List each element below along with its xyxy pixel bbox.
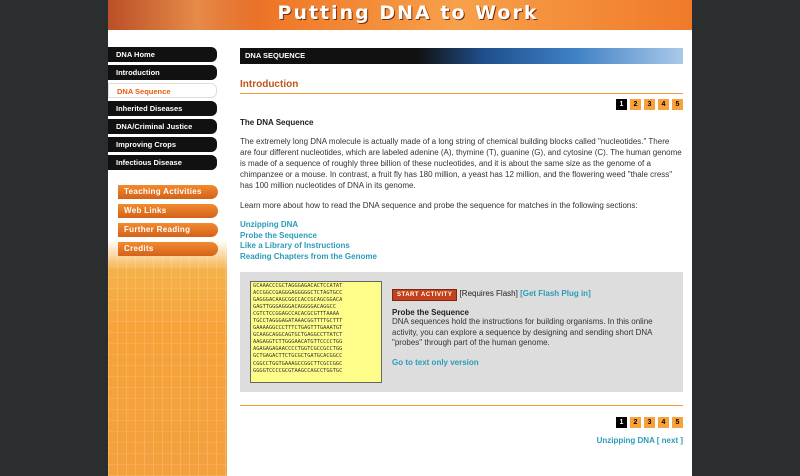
page-link-2[interactable]: 2 (630, 417, 641, 428)
sub-item-credits[interactable]: Credits (118, 242, 218, 256)
nav-item-inherited-diseases[interactable]: Inherited Diseases (108, 101, 217, 116)
link-library-of-instructions[interactable]: Like a Library of Instructions (240, 241, 683, 252)
header-photo (108, 0, 258, 30)
main-content: DNA SEQUENCE Introduction 12345 The DNA … (240, 48, 683, 445)
page-link-1[interactable]: 1 (616, 99, 627, 110)
nav-item-introduction[interactable]: Introduction (108, 65, 217, 80)
activity-description: DNA sequences hold the instructions for … (392, 317, 653, 347)
nav-item-infectious-disease[interactable]: Infectious Disease (108, 155, 217, 170)
sub-item-teaching-activities[interactable]: Teaching Activities (118, 185, 218, 199)
divider (240, 405, 683, 406)
pager-bottom: 12345 (240, 417, 683, 430)
page-link-3[interactable]: 3 (644, 417, 655, 428)
get-flash-link[interactable]: [Get Flash Plug in] (520, 289, 591, 298)
sub-item-web-links[interactable]: Web Links (118, 204, 218, 218)
text-only-link[interactable]: Go to text only version (392, 358, 672, 367)
nav-item-improving-crops[interactable]: Improving Crops (108, 137, 217, 152)
link-unzipping-dna[interactable]: Unzipping DNA (240, 220, 683, 231)
page-link-4[interactable]: 4 (658, 99, 669, 110)
page-link-2[interactable]: 2 (630, 99, 641, 110)
dna-sequence-image[interactable]: GCAAACCCGCTAGGGAGACACTCCATAT ACCGGCCGAGG… (250, 281, 382, 383)
nav-item-dna-sequence[interactable]: DNA Sequence (108, 83, 217, 98)
start-activity-button[interactable]: START ACTIVITY (392, 289, 458, 301)
nav-item-dna-home[interactable]: DNA Home (108, 47, 217, 62)
link-reading-chapters[interactable]: Reading Chapters from the Genome (240, 252, 683, 263)
page-title: Introduction (240, 79, 683, 94)
page-frame: Putting DNA to Work DNA Home Introductio… (108, 0, 692, 476)
section-links: Unzipping DNA Probe the Sequence Like a … (240, 220, 683, 262)
sub-item-further-reading[interactable]: Further Reading (118, 223, 218, 237)
article-heading: The DNA Sequence (240, 118, 314, 127)
sidebar-decoration (108, 240, 227, 476)
activity-launch-row: START ACTIVITY [Requires Flash] [Get Fla… (392, 289, 672, 301)
page-link-5[interactable]: 5 (672, 417, 683, 428)
activity-details: START ACTIVITY [Requires Flash] [Get Fla… (392, 289, 672, 367)
link-probe-the-sequence[interactable]: Probe the Sequence (240, 231, 683, 242)
section-banner: DNA SEQUENCE (240, 48, 683, 64)
sidebar: DNA Home Introduction DNA Sequence Inher… (108, 30, 227, 476)
page-link-4[interactable]: 4 (658, 417, 669, 428)
next-page-link[interactable]: Unzipping DNA [ next ] (240, 436, 683, 445)
main-nav: DNA Home Introduction DNA Sequence Inher… (108, 47, 218, 173)
page-link-3[interactable]: 3 (644, 99, 655, 110)
page-link-1[interactable]: 1 (616, 417, 627, 428)
secondary-nav: Teaching Activities Web Links Further Re… (118, 185, 218, 261)
requires-flash-note: [Requires Flash] (459, 289, 518, 298)
activity-title: Probe the Sequence (392, 308, 469, 317)
page-link-5[interactable]: 5 (672, 99, 683, 110)
activity-panel: GCAAACCCGCTAGGGAGACACTCCATAT ACCGGCCGAGG… (240, 272, 683, 392)
pager-top: 12345 (240, 99, 683, 112)
article-paragraph-2: Learn more about how to read the DNA seq… (240, 201, 638, 210)
nav-item-dna-criminal-justice[interactable]: DNA/Criminal Justice (108, 119, 217, 134)
site-header: Putting DNA to Work (108, 0, 692, 30)
site-title: Putting DNA to Work (277, 2, 539, 24)
article-paragraph-1: The extremely long DNA molecule is actua… (240, 137, 682, 190)
